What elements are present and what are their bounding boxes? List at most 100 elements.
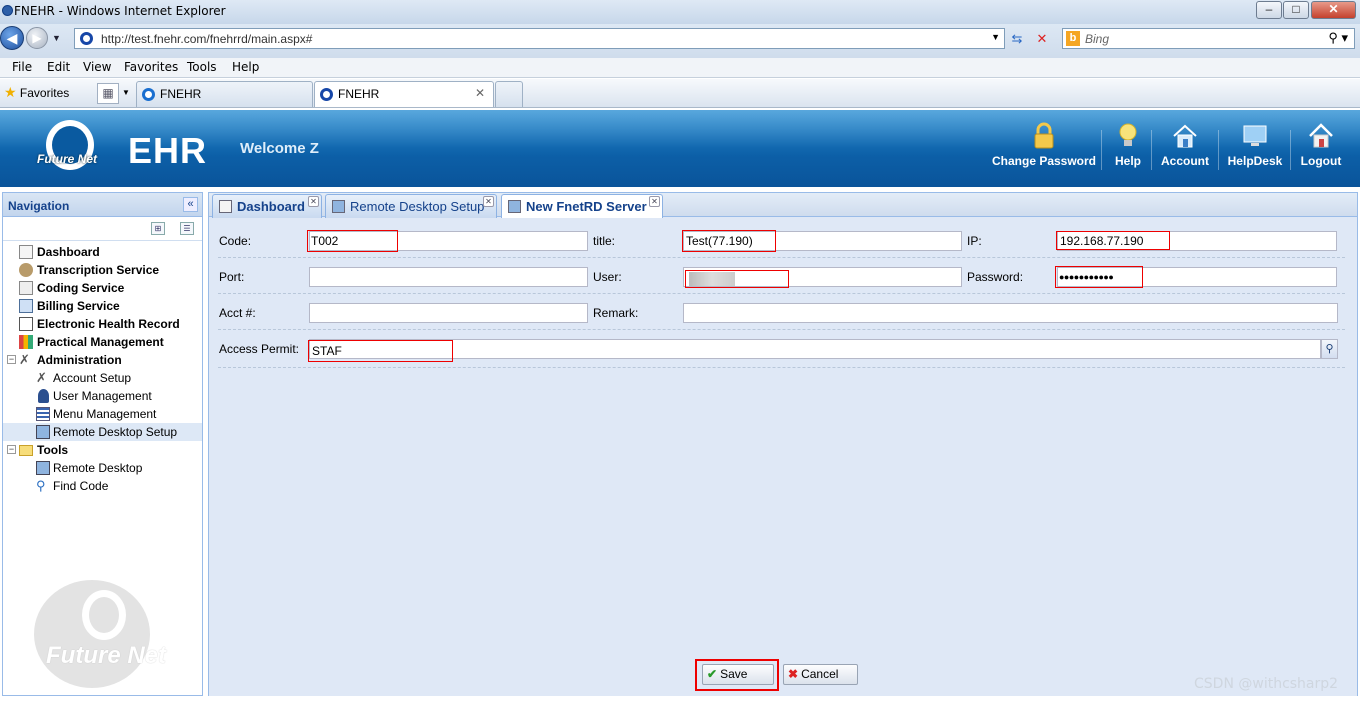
close-window-button[interactable]: ✕ (1311, 1, 1356, 19)
change-password-button[interactable]: Change Password (988, 122, 1100, 168)
port-field[interactable] (309, 267, 588, 287)
browser-tab-2[interactable]: FNEHR ✕ (314, 81, 494, 107)
user-value-highlight (685, 270, 789, 288)
forward-button[interactable]: ▶ (26, 27, 48, 49)
cancel-button[interactable]: ✖ Cancel (783, 664, 858, 685)
tree-label: Practical Management (37, 335, 164, 349)
ip-label: IP: (967, 234, 982, 248)
favorites-label: Favorites (19, 86, 70, 100)
collapse-node-icon[interactable]: − (7, 355, 16, 364)
logout-button[interactable]: Logout (1296, 122, 1346, 168)
close-tab-icon[interactable]: ✕ (649, 196, 660, 207)
tree-item-practical[interactable]: Practical Management (3, 333, 202, 351)
tab-label: Dashboard (237, 199, 305, 214)
menu-tools[interactable]: Tools (187, 60, 217, 74)
menu-help[interactable]: Help (232, 60, 259, 74)
tree-item-account-setup[interactable]: ✗ Account Setup (3, 369, 202, 387)
tree-item-menu-management[interactable]: Menu Management (3, 405, 202, 423)
password-label: Password: (967, 270, 1024, 284)
tree-item-ehr[interactable]: Electronic Health Record (3, 315, 202, 333)
tree-item-transcription[interactable]: Transcription Service (3, 261, 202, 279)
refresh-icon[interactable]: ⇆ (1007, 29, 1027, 48)
welcome-text: Welcome Z (240, 140, 319, 157)
menu-edit[interactable]: Edit (47, 60, 70, 74)
title-label: title: (593, 234, 616, 248)
acct-field[interactable] (309, 303, 588, 323)
tree-item-user-management[interactable]: User Management (3, 387, 202, 405)
tree-label: Tools (37, 443, 69, 457)
logout-label: Logout (1300, 154, 1342, 168)
cancel-icon: ✖ (788, 667, 799, 681)
window-title: FNEHR - Windows Internet Explorer (14, 4, 226, 18)
window-titlebar: FNEHR - Windows Internet Explorer – □ ✕ (0, 0, 1360, 24)
tree-label: Dashboard (37, 245, 100, 259)
save-button[interactable]: ✔ Save (702, 664, 774, 685)
remote-desktop-icon (508, 200, 521, 213)
tree-item-dashboard[interactable]: Dashboard (3, 243, 202, 261)
tree-item-administration[interactable]: − ✗ Administration (3, 351, 202, 369)
close-tab-icon[interactable]: ✕ (475, 86, 485, 100)
collapse-icon[interactable]: « (183, 197, 198, 212)
header-divider (1290, 130, 1291, 170)
back-button[interactable]: ◀ (0, 26, 24, 50)
code-document-icon (19, 281, 33, 295)
tree-item-remote-desktop[interactable]: Remote Desktop (3, 459, 202, 477)
stop-icon[interactable]: ✕ (1032, 29, 1052, 48)
tree-label: Menu Management (53, 407, 157, 421)
maximize-button[interactable]: □ (1283, 1, 1309, 19)
url-field[interactable]: http://test.fnehr.com/fnehrrd/main.aspx#… (74, 28, 1005, 49)
account-button[interactable]: Account (1156, 122, 1214, 168)
remark-field[interactable] (683, 303, 1338, 323)
menu-icon (36, 407, 50, 421)
folder-open-icon (19, 445, 33, 456)
tree-item-tools[interactable]: − Tools (3, 441, 202, 459)
monitor-icon (1243, 125, 1267, 146)
navigation-toolbar: ⊞ ☰ (3, 217, 202, 241)
help-button[interactable]: Help (1110, 122, 1146, 168)
logo-text: Future Net (37, 152, 97, 166)
browser-tab-label: FNEHR (338, 87, 380, 101)
tab-dashboard[interactable]: Dashboard ✕ (212, 194, 322, 218)
tree-item-coding[interactable]: Coding Service (3, 279, 202, 297)
new-tab-button[interactable] (495, 81, 523, 107)
ie-app-icon (2, 5, 13, 16)
menu-file[interactable]: File (12, 60, 32, 74)
collapse-node-icon[interactable]: − (7, 445, 16, 454)
navigation-title: Navigation (8, 199, 70, 213)
search-field[interactable]: b Bing ⚲ ▾ (1062, 28, 1355, 49)
close-tab-icon[interactable]: ✕ (483, 196, 494, 207)
tab-new-fnetrd-server[interactable]: New FnetRD Server ✕ (501, 194, 663, 219)
favorites-button[interactable]: ★ Favorites (4, 84, 69, 101)
close-tab-icon[interactable]: ✕ (308, 196, 319, 207)
helpdesk-button[interactable]: HelpDesk (1224, 122, 1286, 168)
search-icon[interactable]: ⚲ ▾ (1328, 30, 1348, 46)
tree-item-find-code[interactable]: ⚲ Find Code (3, 477, 202, 495)
quick-tabs-icon[interactable]: ▦ (97, 83, 119, 104)
tree-item-billing[interactable]: Billing Service (3, 297, 202, 315)
tree-item-remote-desktop-setup[interactable]: Remote Desktop Setup (3, 423, 202, 441)
url-dropdown-icon[interactable]: ▼ (991, 32, 1000, 42)
tab-list-dropdown-icon[interactable]: ▼ (122, 88, 130, 97)
menu-view[interactable]: View (83, 60, 111, 74)
tools-icon: ✗ (36, 370, 47, 385)
user-icon (38, 389, 49, 403)
access-permit-field[interactable] (309, 339, 1321, 359)
tree-label: Account Setup (53, 371, 132, 385)
url-text: http://test.fnehr.com/fnehrrd/main.aspx# (101, 32, 313, 46)
search-trigger-icon[interactable]: ⚲ (1321, 339, 1338, 359)
tree-label: Remote Desktop Setup (53, 425, 178, 439)
expand-all-icon[interactable]: ⊞ (151, 222, 165, 235)
tab-remote-desktop-setup[interactable]: Remote Desktop Setup ✕ (325, 194, 497, 218)
bing-icon: b (1066, 31, 1080, 46)
minimize-button[interactable]: – (1256, 1, 1282, 19)
code-label: Code: (219, 234, 252, 248)
collapse-all-icon[interactable]: ☰ (180, 222, 194, 235)
lightbulb-icon (1119, 123, 1137, 146)
navigation-header: Navigation « (3, 193, 202, 217)
browser-tab-1[interactable]: FNEHR (136, 81, 313, 107)
browser-tab-label: FNEHR (160, 87, 202, 101)
menu-favorites[interactable]: Favorites (124, 60, 178, 74)
menu-bar: File Edit View Favorites Tools Help (0, 58, 1360, 78)
cancel-label: Cancel (801, 667, 839, 681)
history-dropdown-icon[interactable]: ▼ (52, 33, 61, 43)
